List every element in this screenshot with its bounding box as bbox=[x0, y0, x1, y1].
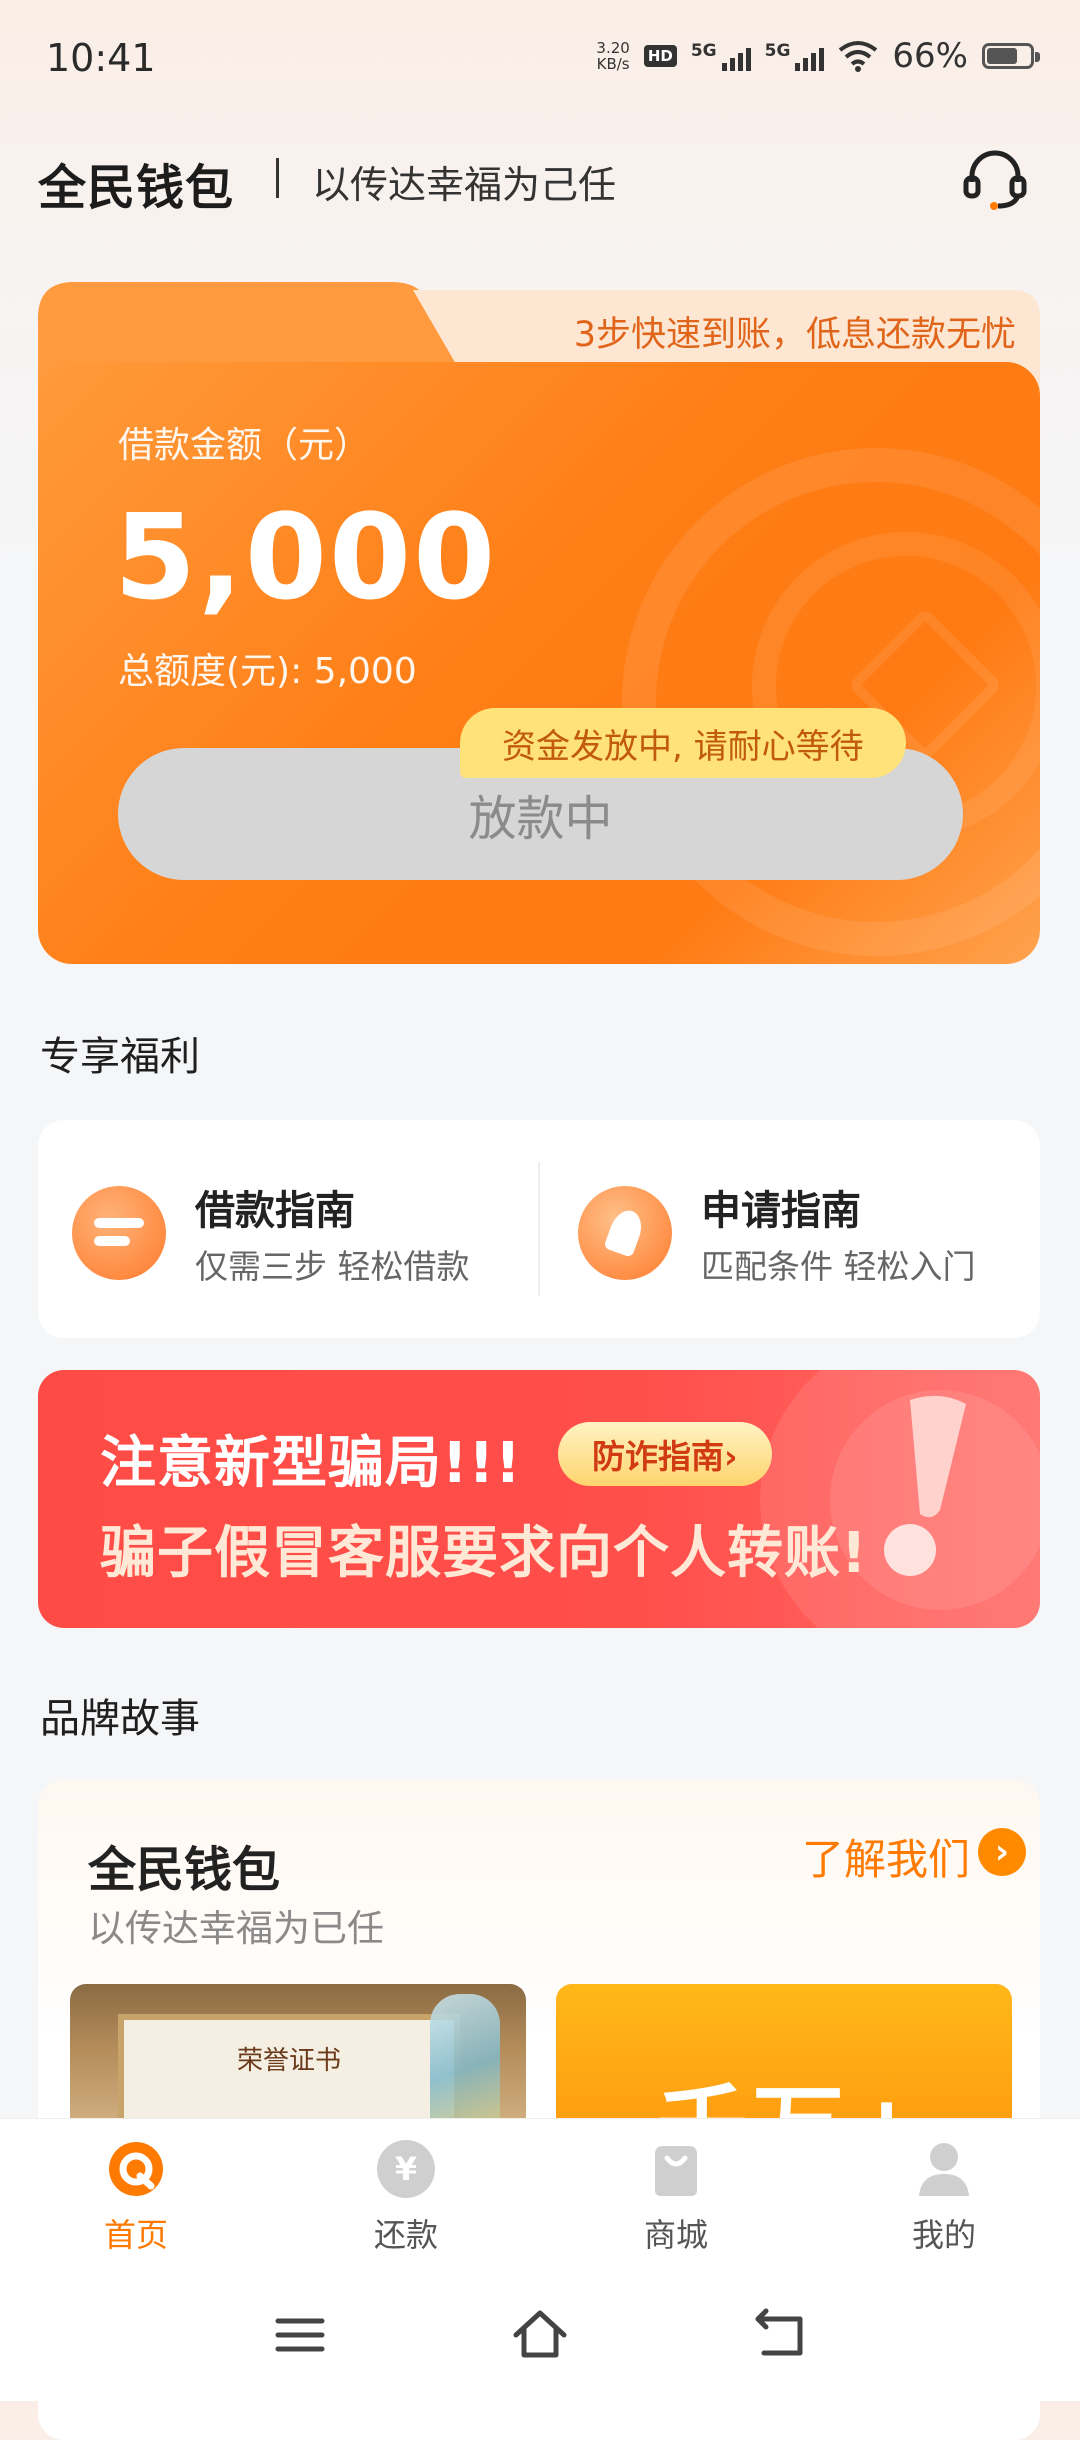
anti-fraud-guide-button[interactable]: 防诈指南› bbox=[558, 1422, 772, 1486]
nav-home-label: 首页 bbox=[103, 2216, 168, 2254]
menu-icon[interactable] bbox=[270, 2305, 330, 2365]
loan-guide-title: 借款指南 bbox=[195, 1188, 355, 1234]
about-us-link[interactable]: 了解我们 bbox=[802, 1826, 970, 1887]
apply-guide-item[interactable]: 申请指南 匹配条件 轻松入门 bbox=[576, 1178, 1016, 1288]
section-title-brand-story: 品牌故事 bbox=[40, 1696, 200, 1742]
hd-icon: HD bbox=[643, 45, 677, 67]
apply-guide-title: 申请指南 bbox=[701, 1188, 861, 1234]
header-divider bbox=[276, 158, 279, 198]
banner-subline: 骗子假冒客服要求向个人转账! bbox=[100, 1521, 868, 1586]
status-time: 10:41 bbox=[46, 36, 156, 80]
nav-mall-label: 商城 bbox=[643, 2216, 708, 2254]
signal-icon-2: 5G bbox=[765, 41, 825, 71]
total-credit: 总额度(元): 5,000 bbox=[118, 651, 417, 692]
back-icon[interactable] bbox=[750, 2305, 810, 2365]
status-tip-bubble: 资金发放中, 请耐心等待 bbox=[460, 708, 906, 778]
loan-guide-icon-bar bbox=[94, 1218, 144, 1228]
loan-guide-icon-bar bbox=[94, 1236, 130, 1246]
status-icons: 3.20 KB/s HD 5G 5G 66% bbox=[596, 36, 1040, 76]
wifi-icon bbox=[839, 41, 878, 72]
nav-mine-label: 我的 bbox=[911, 2216, 976, 2254]
certificate-title: 荣誉证书 bbox=[236, 2046, 341, 2076]
profile-icon bbox=[919, 2143, 969, 2196]
network-speed: 3.20 KB/s bbox=[596, 39, 630, 73]
signal-icon-1: 5G bbox=[691, 41, 751, 71]
yen-icon: ¥ bbox=[377, 2140, 435, 2198]
nav-mall[interactable]: 商城 bbox=[596, 2140, 756, 2256]
nav-repay-label: 还款 bbox=[373, 2216, 438, 2254]
chevron-right-icon[interactable]: › bbox=[978, 1828, 1026, 1876]
system-home-icon[interactable] bbox=[510, 2305, 570, 2365]
apply-guide-icon-mark bbox=[603, 1206, 647, 1258]
apply-guide-subtitle: 匹配条件 轻松入门 bbox=[701, 1247, 976, 1286]
card-tab-text: 3步快速到账，低息还款无忧 bbox=[573, 315, 1016, 355]
loan-guide-icon bbox=[72, 1186, 166, 1280]
brand-slogan: 以传达幸福为己任 bbox=[312, 163, 617, 207]
brand-story-subtitle: 以传达幸福为已任 bbox=[88, 1907, 384, 1950]
loan-guide-subtitle: 仅需三步 轻松借款 bbox=[195, 1247, 470, 1286]
nav-mine[interactable]: 我的 bbox=[864, 2140, 1024, 2256]
battery-icon bbox=[982, 43, 1040, 69]
guides-divider bbox=[538, 1162, 540, 1296]
brand-title: 全民钱包 bbox=[38, 160, 235, 216]
anti-fraud-banner[interactable] bbox=[38, 1370, 1040, 1628]
loan-guide-item[interactable]: 借款指南 仅需三步 轻松借款 bbox=[70, 1178, 510, 1288]
warning-icon bbox=[884, 1395, 966, 1576]
brand-story-title: 全民钱包 bbox=[88, 1842, 281, 1898]
shopping-bag-icon bbox=[655, 2146, 697, 2196]
battery-percent: 66% bbox=[892, 36, 968, 76]
nav-repay[interactable]: ¥ 还款 bbox=[326, 2140, 486, 2256]
loan-amount-label: 借款金额（元） bbox=[118, 425, 371, 466]
headset-icon[interactable] bbox=[960, 144, 1030, 214]
banner-headline: 注意新型骗局!!! bbox=[100, 1431, 522, 1496]
apply-guide-icon bbox=[578, 1186, 672, 1280]
loan-amount: 5,000 bbox=[114, 488, 498, 626]
section-title-benefits: 专享福利 bbox=[40, 1034, 200, 1080]
home-icon bbox=[109, 2142, 163, 2196]
nav-home[interactable]: 首页 bbox=[56, 2140, 216, 2256]
